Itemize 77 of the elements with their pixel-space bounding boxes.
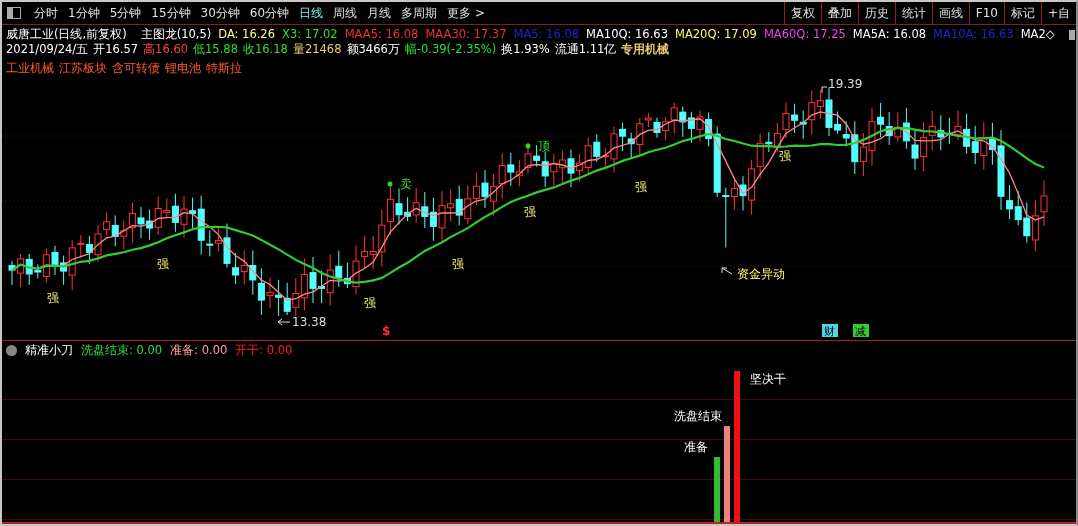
period-tab[interactable]: 分时 xyxy=(29,4,63,22)
event-badge[interactable]: 财 xyxy=(822,324,838,338)
signal-label: 强 xyxy=(452,257,464,271)
indicator-reading: 开干: 0.00 xyxy=(235,343,293,358)
quote-field: 量21468 xyxy=(292,42,342,57)
sector-tag[interactable]: 锂电池 xyxy=(165,61,201,76)
indicator-reading: DA: 16.26 xyxy=(218,27,275,42)
indicator-reading: MA20Q: 17.09 xyxy=(675,27,757,42)
indicator-reading: X3: 17.02 xyxy=(282,27,338,42)
quote-field: 额3466万 xyxy=(346,42,400,57)
stock-title: 威唐工业(日线,前复权) xyxy=(6,27,127,42)
signal-dot xyxy=(525,143,531,149)
signal-label: 强 xyxy=(524,205,536,219)
indicator-reading: MA10Q: 16.63 xyxy=(586,27,668,42)
indicator-reading: MAA5: 16.08 xyxy=(344,27,419,42)
toolbar-button[interactable]: 画线 xyxy=(931,2,969,24)
price-label: 19.39 xyxy=(828,77,863,91)
period-tab[interactable]: 60分钟 xyxy=(244,4,295,22)
quote-field: 低15.88 xyxy=(193,42,238,57)
event-badge[interactable]: 减 xyxy=(853,324,869,338)
period-tab[interactable]: 月线 xyxy=(362,4,397,22)
indicator-reading: MA10A: 16.63 xyxy=(933,27,1014,42)
dropdown-icon[interactable] xyxy=(6,345,17,356)
toolbar-button[interactable]: 标记 xyxy=(1003,2,1041,24)
quote-field: 收16.18 xyxy=(243,42,288,57)
period-tab[interactable]: 日线 xyxy=(294,4,329,22)
bar-label: 准备 xyxy=(684,440,708,456)
period-tab[interactable]: 周线 xyxy=(328,4,363,22)
signal-label: 强 xyxy=(157,257,169,271)
signal-label: 顶 xyxy=(538,139,550,153)
pointer-arrow-icon xyxy=(277,318,291,326)
indicator-reading: MA5A: 16.08 xyxy=(852,27,927,42)
signal-label: 强 xyxy=(364,296,376,310)
indicator-reading: 准备: 0.00 xyxy=(170,343,228,358)
bar-label: 洗盘结束 xyxy=(674,409,722,425)
indicator-name[interactable]: 精准小刀 xyxy=(25,343,73,358)
period-tab[interactable]: 5分钟 xyxy=(104,4,147,22)
sector-tag[interactable]: 含可转债 xyxy=(112,61,160,76)
indicator-reading: MA5: 16.08 xyxy=(513,27,580,42)
panel-toggle-icon[interactable] xyxy=(1068,29,1075,40)
sector-tag[interactable]: 特斯拉 xyxy=(206,61,242,76)
toolbar-button[interactable]: 统计 xyxy=(894,2,932,24)
bar-label: 坚决干 xyxy=(750,372,786,388)
period-tab[interactable]: 多周期 xyxy=(396,4,443,22)
toolbar-button[interactable]: 历史 xyxy=(857,2,895,24)
quote-field: 高16.60 xyxy=(143,42,189,57)
toolbar-button[interactable]: +自 xyxy=(1040,2,1076,24)
signal-dot xyxy=(387,181,393,187)
indicator-name[interactable]: 主图龙(10,5) xyxy=(140,27,212,42)
period-tab[interactable]: 15分钟 xyxy=(146,4,196,22)
toolbar-button[interactable]: F10 xyxy=(968,2,1004,24)
period-tab[interactable]: 30分钟 xyxy=(195,4,245,22)
signal-label: 强 xyxy=(635,180,647,194)
panel-toggle-icon[interactable] xyxy=(7,7,21,19)
sector-tag[interactable]: 江苏板块 xyxy=(59,61,107,76)
pointer-arrow-icon xyxy=(721,267,733,275)
toolbar-button[interactable]: 叠加 xyxy=(820,2,858,24)
signal-label: 强 xyxy=(47,291,59,305)
quote-field: 幅-0.39(-2.35%) xyxy=(404,42,497,57)
period-tab[interactable]: 更多 > xyxy=(442,4,490,22)
quote-field: 开16.57 xyxy=(93,42,139,57)
price-label: 13.38 xyxy=(292,315,327,329)
quote-field: 2021/09/24/五 xyxy=(6,42,89,57)
indicator-reading: 洗盘结束: 0.00 xyxy=(81,343,163,358)
signal-label: 资金异动 xyxy=(737,267,785,281)
indicator-reading: MAA30: 17.37 xyxy=(425,27,507,42)
toolbar-button[interactable]: 复权 xyxy=(783,2,821,24)
signal-label: 卖 xyxy=(400,177,412,191)
quote-field: 流通1.11亿 xyxy=(554,42,617,57)
sector-tag[interactable]: 工业机械 xyxy=(6,61,54,76)
signal-label: 强 xyxy=(779,149,791,163)
period-tab[interactable]: 1分钟 xyxy=(63,4,105,22)
indicator-reading: MA60Q: 17.25 xyxy=(763,27,846,42)
quote-field: 专用机械 xyxy=(621,42,670,57)
signal-mark: $ xyxy=(382,324,391,338)
indicator-reading: MA2◇ xyxy=(1020,27,1055,42)
quote-field: 换1.93% xyxy=(501,42,550,57)
